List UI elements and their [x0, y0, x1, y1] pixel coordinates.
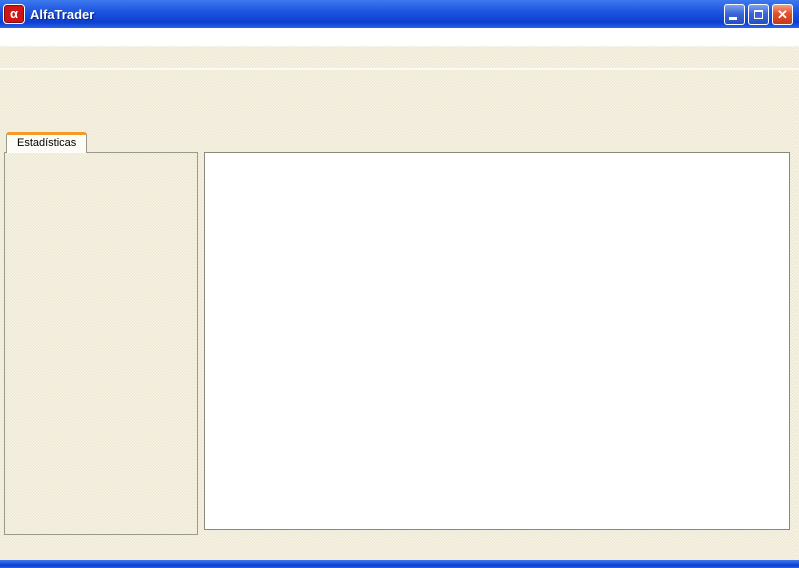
alfatrader-window: { "window": { "title": "AlfaTrader", "lo… — [0, 0, 799, 568]
restore-icon — [754, 10, 763, 19]
window-bottom-border — [0, 560, 799, 568]
toolbar — [0, 70, 799, 130]
window-controls: ✕ — [724, 4, 793, 25]
document-tab-row — [0, 47, 799, 70]
balance-chart-panel — [204, 152, 790, 530]
window-title: AlfaTrader — [30, 7, 724, 22]
close-icon: ✕ — [773, 5, 792, 24]
minimize-icon — [729, 17, 737, 20]
chart-tab-strip — [204, 132, 796, 153]
close-button[interactable]: ✕ — [772, 4, 793, 25]
titlebar[interactable]: α AlfaTrader ✕ — [0, 0, 799, 28]
restore-button[interactable] — [748, 4, 769, 25]
tab-estadisticas[interactable]: Estadísticas — [6, 132, 87, 153]
statistics-panel — [4, 152, 198, 535]
app-logo-icon: α — [4, 5, 24, 23]
minimize-button[interactable] — [724, 4, 745, 25]
menubar — [0, 28, 799, 47]
